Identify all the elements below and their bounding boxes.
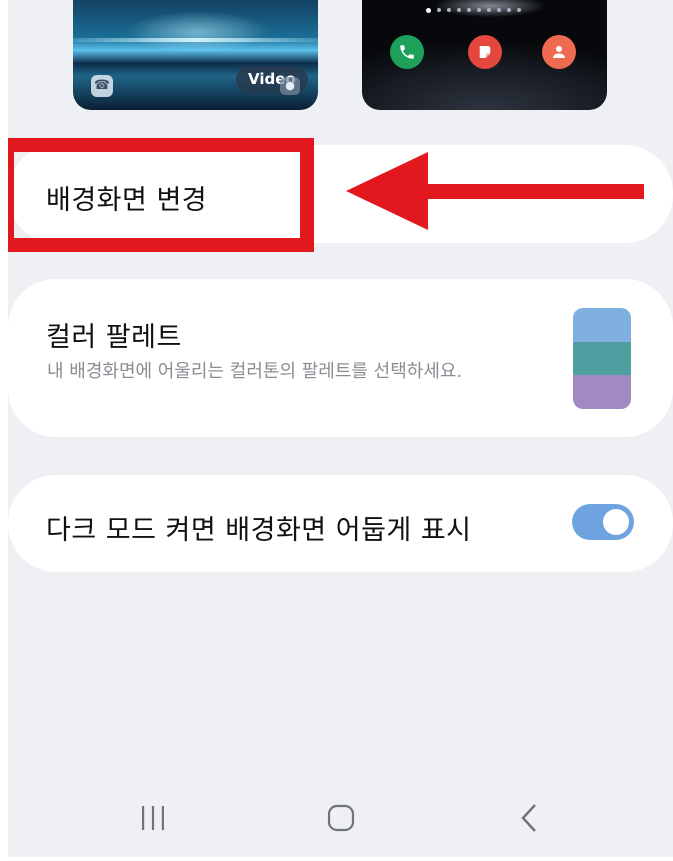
arrow-shaft [426,184,644,199]
dark-mode-dim-item[interactable]: 다크 모드 켜면 배경화면 어둡게 표시 [8,475,673,572]
annotation-arrow-icon [346,152,644,230]
page-dot [497,8,501,12]
recents-icon [142,806,164,830]
page-dot [507,8,511,12]
recents-button[interactable] [123,798,183,838]
contacts-icon [542,35,576,69]
back-icon [521,804,536,832]
navigation-bar [8,790,673,850]
phone-icon [390,35,424,69]
toggle-knob [603,509,629,535]
page-dot [437,8,441,12]
page-dot [426,7,431,13]
page-dot [457,8,461,12]
dark-mode-dim-toggle[interactable] [572,504,634,540]
dark-mode-dim-label: 다크 모드 켜면 배경화면 어둡게 표시 [46,515,472,546]
color-palette-description: 내 배경화면에 어울리는 컬러톤의 팔레트를 선택하세요. [47,361,463,382]
page-dot [447,8,451,12]
palette-color-2 [573,341,631,376]
back-button[interactable] [500,798,560,838]
samsung-notes-icon [468,35,502,69]
page-dot [477,8,481,12]
home-screen-preview[interactable] [362,0,607,110]
page-dot [467,8,471,12]
lock-screen-preview[interactable]: ☎ Video ● [73,0,318,110]
arrow-head [346,152,428,230]
annotation-highlight-box [8,138,314,252]
color-palette-item[interactable]: 컬러 팔레트 내 배경화면에 어울리는 컬러톤의 팔레트를 선택하세요. [8,279,673,437]
page-dot [487,8,491,12]
home-icon [327,804,355,832]
phone-shortcut-icon: ☎ [91,75,113,97]
palette-swatch [573,308,631,409]
color-palette-label: 컬러 팔레트 [46,322,182,353]
palette-color-3 [573,375,631,409]
palette-color-1 [573,308,631,342]
camera-shortcut-icon: ● [280,77,300,95]
wallpaper-settings-screen: ☎ Video ● 배경화면 변경 컬러 팔레트 내 배경화면에 어울리는 컬러… [8,0,673,857]
page-indicator [426,7,546,13]
home-button[interactable] [311,798,371,838]
lock-screen-wallpaper-glow [73,38,318,42]
page-dot [517,8,521,12]
